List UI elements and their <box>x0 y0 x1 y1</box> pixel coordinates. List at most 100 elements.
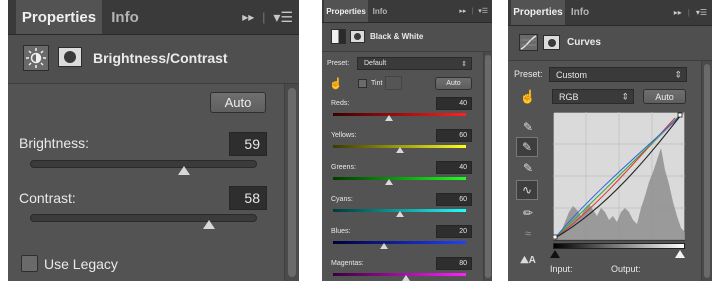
tint-checkbox[interactable] <box>358 79 367 88</box>
brightness-icon <box>23 45 49 71</box>
curve-line-icon <box>520 35 537 50</box>
scrollbar[interactable] <box>701 61 712 281</box>
white-input-slider[interactable] <box>675 250 685 258</box>
brightness-slider-track[interactable] <box>30 160 257 168</box>
channel-value[interactable]: 60 <box>436 129 472 142</box>
contrast-value[interactable]: 58 <box>229 186 267 210</box>
curves-icon <box>519 34 538 51</box>
divider: | <box>262 10 266 24</box>
scrollbar[interactable] <box>284 84 299 281</box>
brightness-contrast-panel: Properties Info ▸▸ | ▾☰ Brightness/Contr… <box>8 0 299 281</box>
smooth-curve-icon[interactable]: ≈ <box>517 224 539 244</box>
tint-label: Tint <box>371 80 383 87</box>
channel-label: Reds: <box>331 100 350 107</box>
channel-slider-thumb[interactable] <box>395 147 404 153</box>
use-legacy-checkbox[interactable] <box>21 255 38 272</box>
dropdown-arrow-icon: ⇕ <box>461 60 467 68</box>
contrast-slider-thumb[interactable] <box>203 220 216 229</box>
layer-mask-icon <box>543 35 560 50</box>
preset-value: Default <box>364 60 387 67</box>
tab-bar: Properties Info ▸▸ | ▾☰ <box>8 0 299 35</box>
tab-properties[interactable]: Properties <box>324 0 368 22</box>
tint-color-swatch[interactable] <box>385 76 402 90</box>
input-gradient-bar <box>553 243 685 249</box>
tab-properties[interactable]: Properties <box>16 0 102 34</box>
panel-menu-icon[interactable]: ▾☰ <box>478 7 488 15</box>
scrollbar-thumb[interactable] <box>485 55 491 278</box>
dropdown-arrow-icon: ⇕ <box>621 91 629 101</box>
white-point-handle[interactable] <box>677 112 683 118</box>
channel-slider-thumb[interactable] <box>379 243 388 249</box>
black-point-eyedropper-icon[interactable]: ✎ <box>517 117 539 137</box>
channel-label: Yellows: <box>331 132 357 139</box>
channel-slider-thumb[interactable] <box>384 179 393 185</box>
clipping-warning-icon[interactable]: ⛰A <box>515 250 541 270</box>
adjustment-title: Brightness/Contrast <box>93 50 228 66</box>
preset-label: Preset: <box>514 69 543 79</box>
channel-dropdown[interactable]: RGB ⇕ <box>552 89 634 104</box>
channel-value[interactable]: 40 <box>436 161 472 174</box>
channel-value[interactable]: 40 <box>436 97 472 110</box>
pencil-icon[interactable]: ✏ <box>517 203 539 223</box>
adjustment-header: Curves <box>508 26 712 61</box>
channel-slider-track[interactable] <box>333 241 466 244</box>
preset-dropdown[interactable]: Custom ⇕ <box>549 67 687 82</box>
brightness-slider-thumb[interactable] <box>178 166 191 175</box>
collapse-icon[interactable]: ▸▸ <box>242 10 254 24</box>
targeted-adjustment-hand-icon[interactable]: ☝ <box>517 87 539 107</box>
adjustment-header: Brightness/Contrast <box>8 35 299 84</box>
auto-button[interactable]: Auto <box>210 92 266 113</box>
channel-slider-track[interactable] <box>333 273 466 276</box>
channel-label: Blues: <box>331 228 351 235</box>
divider: | <box>687 8 690 17</box>
channel-slider-track[interactable] <box>333 177 466 180</box>
channel-label: Magentas: <box>331 260 364 267</box>
brightness-label: Brightness: <box>19 135 90 151</box>
gray-point-eyedropper-icon[interactable]: ✎ <box>516 137 538 157</box>
input-label: Input: <box>550 264 573 274</box>
scrollbar[interactable] <box>483 52 492 281</box>
scrollbar-thumb[interactable] <box>704 64 710 278</box>
dropdown-arrow-icon: ⇕ <box>674 69 682 79</box>
sun-icon <box>26 48 46 68</box>
channel-label: Cyans: <box>331 196 353 203</box>
black-point-handle[interactable] <box>553 234 558 240</box>
layer-mask-icon <box>58 47 82 67</box>
contrast-slider-track[interactable] <box>30 214 257 222</box>
layer-mask-icon <box>350 30 365 43</box>
channel-slider-thumb[interactable] <box>402 275 411 281</box>
use-legacy-label: Use Legacy <box>44 256 118 272</box>
output-label: Output: <box>611 264 641 274</box>
channel-slider-track[interactable] <box>333 113 466 116</box>
black-input-slider[interactable] <box>550 250 560 258</box>
targeted-adjustment-hand-icon[interactable]: ☝ <box>328 75 344 91</box>
tab-bar: Properties Info ▸▸ | ▾☰ <box>322 0 492 23</box>
tab-info[interactable]: Info <box>102 0 148 34</box>
tab-info[interactable]: Info <box>368 0 392 22</box>
white-point-eyedropper-icon[interactable]: ✎ <box>517 158 539 178</box>
scrollbar-thumb[interactable] <box>288 88 296 277</box>
channel-value[interactable]: 20 <box>436 225 472 238</box>
panel-controls: ▸▸ | ▾☰ <box>674 0 707 25</box>
tab-properties[interactable]: Properties <box>511 0 565 25</box>
contrast-label: Contrast: <box>19 190 76 206</box>
collapse-icon[interactable]: ▸▸ <box>459 7 466 15</box>
preset-dropdown[interactable]: Default ⇕ <box>357 57 472 70</box>
tab-info[interactable]: Info <box>565 0 595 25</box>
channel-slider-thumb[interactable] <box>395 211 404 217</box>
edit-points-curve-icon[interactable]: ∿ <box>516 180 538 200</box>
curves-graph[interactable] <box>553 112 685 245</box>
channel-value[interactable]: 80 <box>436 257 472 270</box>
collapse-icon[interactable]: ▸▸ <box>674 8 682 17</box>
auto-button[interactable]: Auto <box>435 77 472 90</box>
brightness-value[interactable]: 59 <box>229 132 267 156</box>
channel-value[interactable]: 60 <box>436 193 472 206</box>
auto-button[interactable]: Auto <box>643 89 686 104</box>
panel-controls: ▸▸ | ▾☰ <box>459 0 488 22</box>
panel-controls: ▸▸ | ▾☰ <box>242 0 293 34</box>
panel-menu-icon[interactable]: ▾☰ <box>273 9 293 26</box>
panel-menu-icon[interactable]: ▾☰ <box>696 8 707 17</box>
tab-bar: Properties Info ▸▸ | ▾☰ <box>508 0 712 26</box>
channel-slider-thumb[interactable] <box>384 115 393 121</box>
channel-label: Greens: <box>331 164 356 171</box>
